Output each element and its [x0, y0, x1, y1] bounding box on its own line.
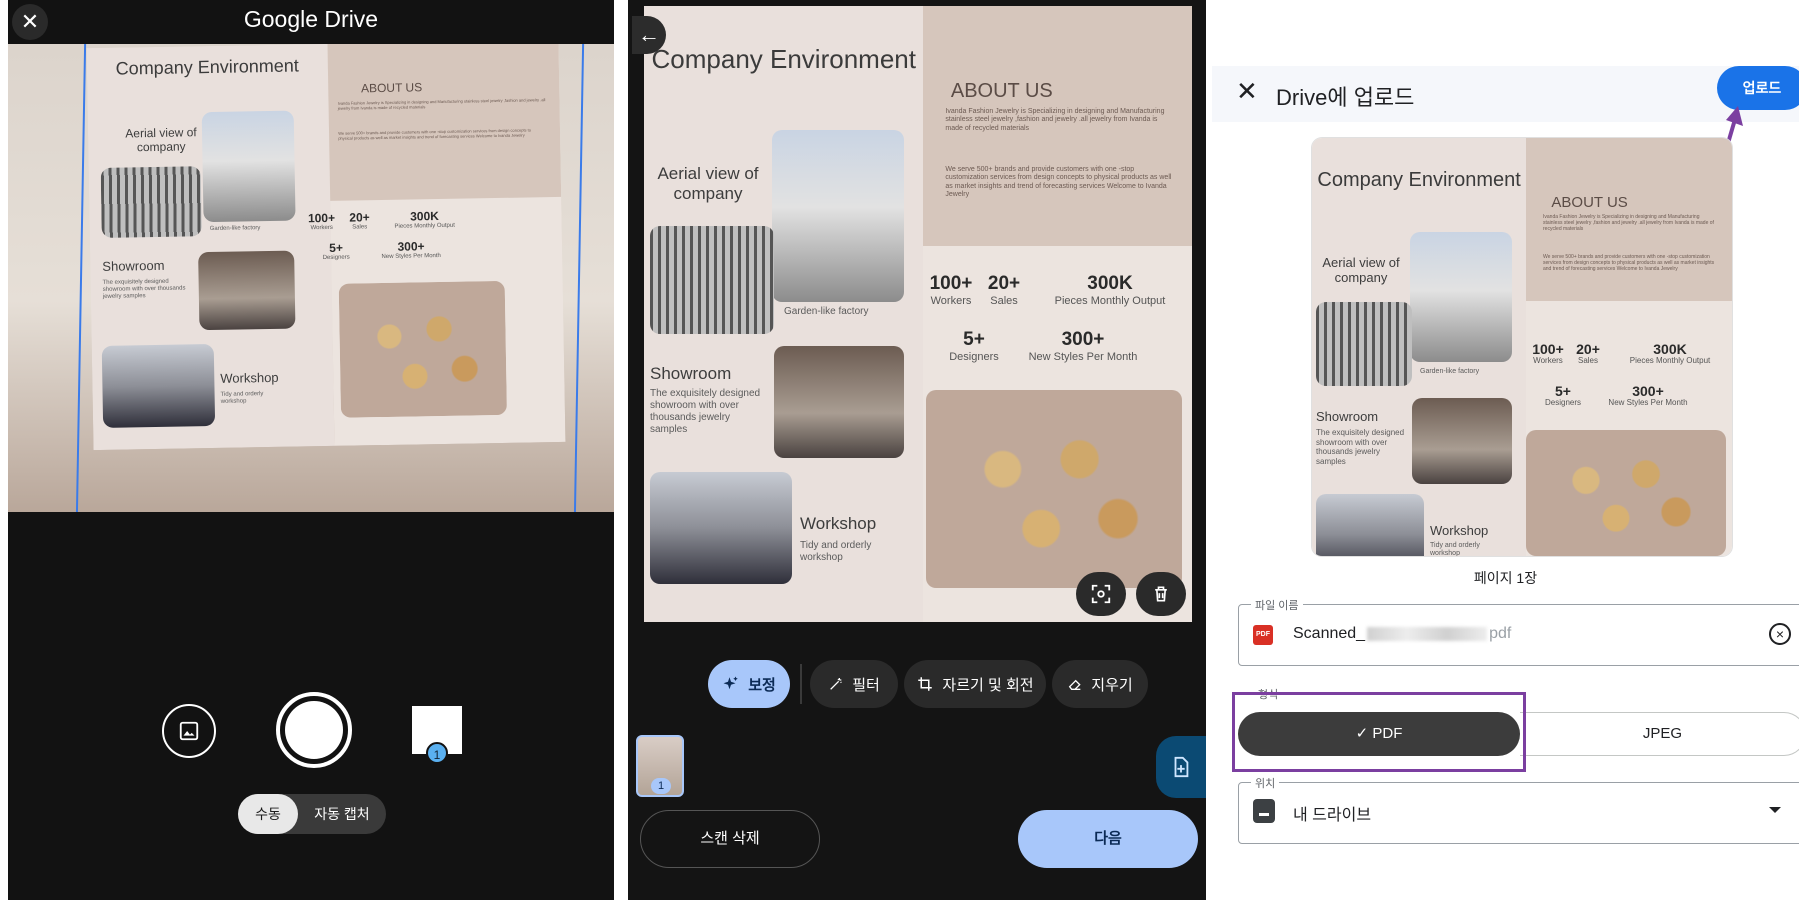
mode-manual[interactable]: 수동 — [238, 794, 298, 834]
doc-showroom-label: Showroom — [1316, 409, 1379, 424]
crop-rotate-icon — [918, 677, 933, 691]
doc-aerial-label: Aerial view of company — [1322, 255, 1400, 285]
tool-crop-rotate[interactable]: 자르기 및 회전 — [904, 660, 1046, 708]
doc-garden-label: Garden-like factory — [784, 306, 869, 317]
tool-filter-label: 필터 — [852, 676, 880, 694]
location-value: 내 드라이브 — [1293, 807, 1372, 824]
auto-crop-icon — [1091, 584, 1111, 604]
filename-prefix: Scanned_ — [1293, 625, 1366, 642]
upload-title: Drive에 업로드 — [1276, 85, 1415, 110]
capture-mode-toggle: 수동 자동 캡처 — [238, 794, 386, 834]
tool-enhance[interactable]: 보정 — [708, 660, 790, 708]
trash-icon — [1155, 586, 1167, 602]
scan-preview: Company Environment ABOUT US Ivanda Fash… — [1312, 138, 1732, 556]
doc-workshop-label: Workshop — [800, 514, 877, 533]
doc-stat-designers: 5+ Designers — [1544, 383, 1581, 408]
eraser-icon — [1069, 679, 1081, 690]
delete-page-button[interactable] — [1136, 572, 1186, 616]
tool-filter[interactable]: 필터 — [810, 660, 898, 708]
dropdown-caret-icon[interactable] — [1769, 807, 1781, 813]
shutter-button[interactable] — [276, 692, 352, 768]
page-number-badge: 1 — [651, 778, 671, 794]
doc-about-heading: ABOUT US — [950, 80, 1053, 102]
filename-redacted — [1367, 626, 1488, 641]
camera-viewfinder: Company Environment ABOUT US Ivanda Fash… — [8, 44, 614, 512]
app-title: Google Drive — [243, 6, 379, 32]
location-label: 위치 — [1251, 775, 1280, 791]
tool-crop-rotate-label: 자르기 및 회전 — [942, 676, 1034, 694]
preview-document: Company Environment ABOUT US Ivanda Fash… — [1312, 138, 1732, 556]
capture-count-badge: 1 — [426, 742, 448, 764]
auto-crop-button[interactable] — [1076, 572, 1126, 616]
camera-top-bar: ✕ Google Drive — [8, 0, 614, 44]
format-jpeg-option[interactable]: JPEG — [1520, 712, 1799, 756]
doc-about-text-1: Ivanda Fashion Jewelry is Specializing i… — [1543, 214, 1714, 232]
scan-review-screen: Company Environment ABOUT US Ivanda Fash… — [628, 0, 1206, 900]
page-count: 페이지 1장 — [1473, 570, 1538, 586]
doc-about-text-2: We serve 500+ brands and provide custome… — [945, 166, 1172, 199]
filename-field[interactable]: 파일 이름 PDF Scanned_ pdf × — [1238, 597, 1799, 666]
doc-company-title: Company Environment — [651, 44, 916, 74]
magic-wand-icon — [830, 678, 842, 690]
doc-workshop-desc: Tidy and orderly workshop — [800, 540, 872, 563]
doc-stat-workers: 100+ Workers — [1532, 341, 1564, 366]
doc-stat-sales: 20+ Sales — [987, 273, 1021, 307]
tool-erase-label: 지우기 — [1091, 676, 1133, 694]
upload-header: ✕ Drive에 업로드 — [1212, 66, 1799, 122]
doc-aerial-label: Aerial view of company — [657, 164, 759, 203]
annotation-highlight-box — [1232, 692, 1526, 772]
camera-screen: ✕ Google Drive Company Environment ABOUT… — [8, 0, 614, 900]
doc-stat-sales: 20+ Sales — [1576, 341, 1600, 366]
close-icon[interactable]: ✕ — [1236, 76, 1258, 107]
doc-showroom-desc: The exquisitely designed showroom with o… — [1316, 428, 1405, 466]
location-field[interactable]: 위치 내 드라이브 — [1238, 775, 1799, 844]
doc-stat-output: 300K Pieces Monthly Output — [1054, 273, 1166, 307]
doc-about-text-1: Ivanda Fashion Jewelry is Specializing i… — [945, 108, 1165, 132]
doc-workshop-desc: Tidy and orderly workshop — [1430, 542, 1480, 556]
doc-stat-new-styles: 300+ New Styles Per Month — [1028, 329, 1138, 363]
doc-stat-designers: 5+ Designers — [949, 329, 999, 363]
tool-enhance-label: 보정 — [748, 676, 776, 694]
gallery-button[interactable] — [162, 704, 216, 758]
doc-stat-new-styles: 300+ New Styles Per Month — [1608, 383, 1688, 408]
toolbar-divider — [800, 664, 802, 704]
filename-label: 파일 이름 — [1251, 597, 1303, 613]
doc-showroom-desc: The exquisitely designed showroom with o… — [650, 388, 761, 435]
drive-icon — [1253, 799, 1275, 823]
sparkle-icon — [723, 676, 738, 690]
camera-controls: 1 수동 자동 캡처 — [8, 512, 614, 900]
doc-garden-label: Garden-like factory — [1420, 368, 1480, 375]
document-edge-outline — [75, 44, 585, 512]
delete-scan-button[interactable]: 스캔 삭제 — [640, 810, 820, 868]
doc-stat-output: 300K Pieces Monthly Output — [1629, 341, 1711, 366]
upload-screen: ✕ Drive에 업로드 업로드 Company Environment ABO… — [1212, 0, 1799, 900]
add-page-button[interactable] — [1156, 736, 1206, 798]
add-page-icon — [1174, 756, 1189, 778]
image-icon — [179, 721, 199, 741]
doc-company-title: Company Environment — [1317, 169, 1521, 191]
next-button[interactable]: 다음 — [1018, 810, 1198, 868]
scanned-page: Company Environment ABOUT US Ivanda Fash… — [644, 6, 1192, 622]
doc-about-text-2: We serve 500+ brands and provide custome… — [1543, 254, 1715, 272]
doc-showroom-label: Showroom — [650, 364, 732, 383]
clear-filename-icon[interactable]: × — [1769, 623, 1791, 645]
tool-erase[interactable]: 지우기 — [1052, 660, 1148, 708]
pdf-file-icon: PDF — [1253, 625, 1273, 645]
doc-stat-workers: 100+ Workers — [929, 273, 973, 307]
doc-about-heading: ABOUT US — [1551, 194, 1628, 211]
filename-value[interactable]: Scanned_ pdf — [1293, 625, 1511, 643]
filename-extension: pdf — [1489, 625, 1512, 642]
doc-workshop-label: Workshop — [1430, 523, 1489, 538]
mode-auto-capture[interactable]: 자동 캡처 — [298, 794, 386, 834]
